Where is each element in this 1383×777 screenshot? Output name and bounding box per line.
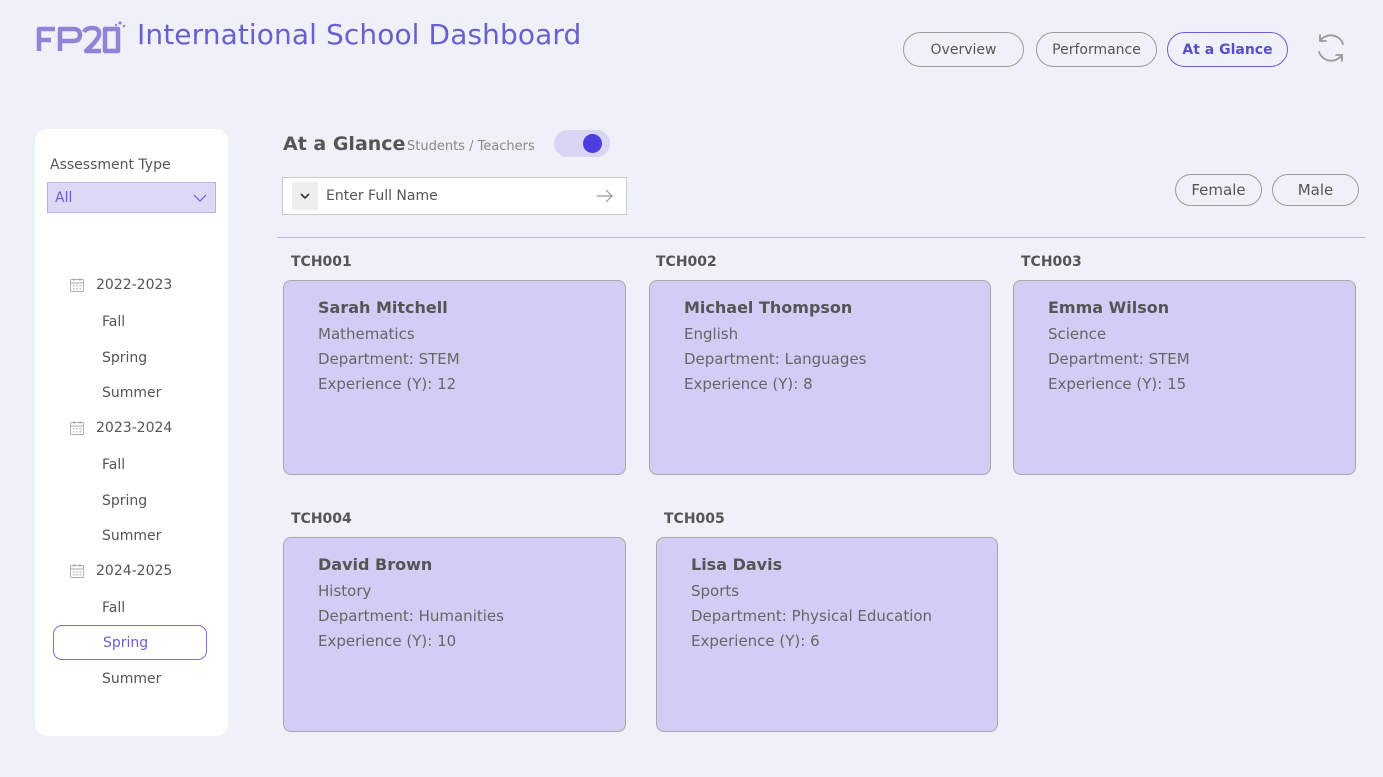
sidebar-term-summer[interactable]: Summer [102, 668, 161, 690]
teacher-card[interactable]: Lisa Davis Sports Department: Physical E… [656, 537, 998, 732]
chevron-down-icon [193, 194, 207, 202]
toggle-knob [583, 134, 602, 153]
sidebar-year-2022-2023[interactable]: 2022-2023 [69, 274, 172, 296]
sidebar-term-fall[interactable]: Fall [102, 597, 125, 619]
teacher-subject: Mathematics [318, 325, 415, 343]
teacher-name: David Brown [318, 555, 433, 574]
teacher-department: Department: Humanities [318, 607, 504, 625]
teacher-card[interactable]: David Brown History Department: Humaniti… [283, 537, 626, 732]
teacher-subject: English [684, 325, 739, 343]
students-teachers-toggle[interactable] [554, 130, 610, 157]
logo [36, 21, 126, 54]
sidebar-term-summer[interactable]: Summer [102, 525, 161, 547]
section-title: At a Glance [283, 133, 406, 155]
assessment-type-value: All [55, 189, 73, 206]
toggle-label: Students / Teachers [407, 139, 535, 154]
year-label: 2024-2025 [96, 563, 173, 579]
app-title: International School Dashboard [137, 18, 582, 51]
sidebar-year-2024-2025[interactable]: 2024-2025 [69, 560, 172, 582]
calendar-icon [70, 278, 84, 292]
teacher-department: Department: STEM [318, 350, 460, 368]
name-search [282, 177, 627, 215]
teacher-card[interactable]: Emma Wilson Science Department: STEM Exp… [1013, 280, 1356, 475]
search-dropdown-button[interactable] [292, 182, 318, 210]
calendar-icon [70, 564, 84, 578]
refresh-icon[interactable] [1313, 30, 1349, 66]
nav-performance-button[interactable]: Performance [1036, 32, 1157, 67]
sidebar-term-spring[interactable]: Spring [102, 490, 147, 512]
divider [277, 237, 1365, 238]
year-label: 2023-2024 [96, 420, 173, 436]
teacher-experience: Experience (Y): 12 [318, 375, 457, 393]
teacher-id: TCH004 [291, 511, 352, 527]
sidebar-term-summer[interactable]: Summer [102, 382, 161, 404]
teacher-card[interactable]: Sarah Mitchell Mathematics Department: S… [283, 280, 626, 475]
teacher-department: Department: Languages [684, 350, 867, 368]
teacher-name: Sarah Mitchell [318, 298, 448, 317]
teacher-id: TCH001 [291, 254, 352, 270]
teacher-id: TCH003 [1021, 254, 1082, 270]
year-label: 2022-2023 [96, 277, 173, 293]
sidebar-term-fall[interactable]: Fall [102, 454, 125, 476]
teacher-name: Emma Wilson [1048, 298, 1170, 317]
chevron-down-icon [300, 193, 310, 200]
teacher-subject: Science [1048, 325, 1107, 343]
teacher-id: TCH005 [664, 511, 725, 527]
teacher-experience: Experience (Y): 10 [318, 632, 457, 650]
male-filter-button[interactable]: Male [1272, 174, 1359, 206]
arrow-right-icon[interactable] [596, 187, 614, 205]
nav-at-a-glance-button[interactable]: At a Glance [1167, 32, 1288, 67]
teacher-experience: Experience (Y): 8 [684, 375, 813, 393]
sidebar-term-spring[interactable]: Spring [102, 347, 147, 369]
female-filter-button[interactable]: Female [1175, 174, 1262, 206]
teacher-subject: Sports [691, 582, 740, 600]
sidebar-year-2023-2024[interactable]: 2023-2024 [69, 417, 172, 439]
calendar-icon [70, 421, 84, 435]
teacher-experience: Experience (Y): 15 [1048, 375, 1187, 393]
teacher-department: Department: STEM [1048, 350, 1190, 368]
teacher-department: Department: Physical Education [691, 607, 933, 625]
sidebar-term-fall[interactable]: Fall [102, 311, 125, 333]
teacher-name: Michael Thompson [684, 298, 853, 317]
teacher-subject: History [318, 582, 372, 600]
nav-overview-button[interactable]: Overview [903, 32, 1024, 67]
sidebar: Assessment Type All 2022-2023 Fall Sprin… [35, 129, 228, 736]
teacher-name: Lisa Davis [691, 555, 783, 574]
assessment-type-label: Assessment Type [50, 157, 171, 173]
assessment-type-select[interactable]: All [47, 182, 216, 213]
search-input[interactable] [326, 188, 576, 204]
teacher-experience: Experience (Y): 6 [691, 632, 820, 650]
sidebar-term-spring-selected[interactable]: Spring [53, 625, 207, 660]
teacher-card[interactable]: Michael Thompson English Department: Lan… [649, 280, 991, 475]
teacher-id: TCH002 [656, 254, 717, 270]
